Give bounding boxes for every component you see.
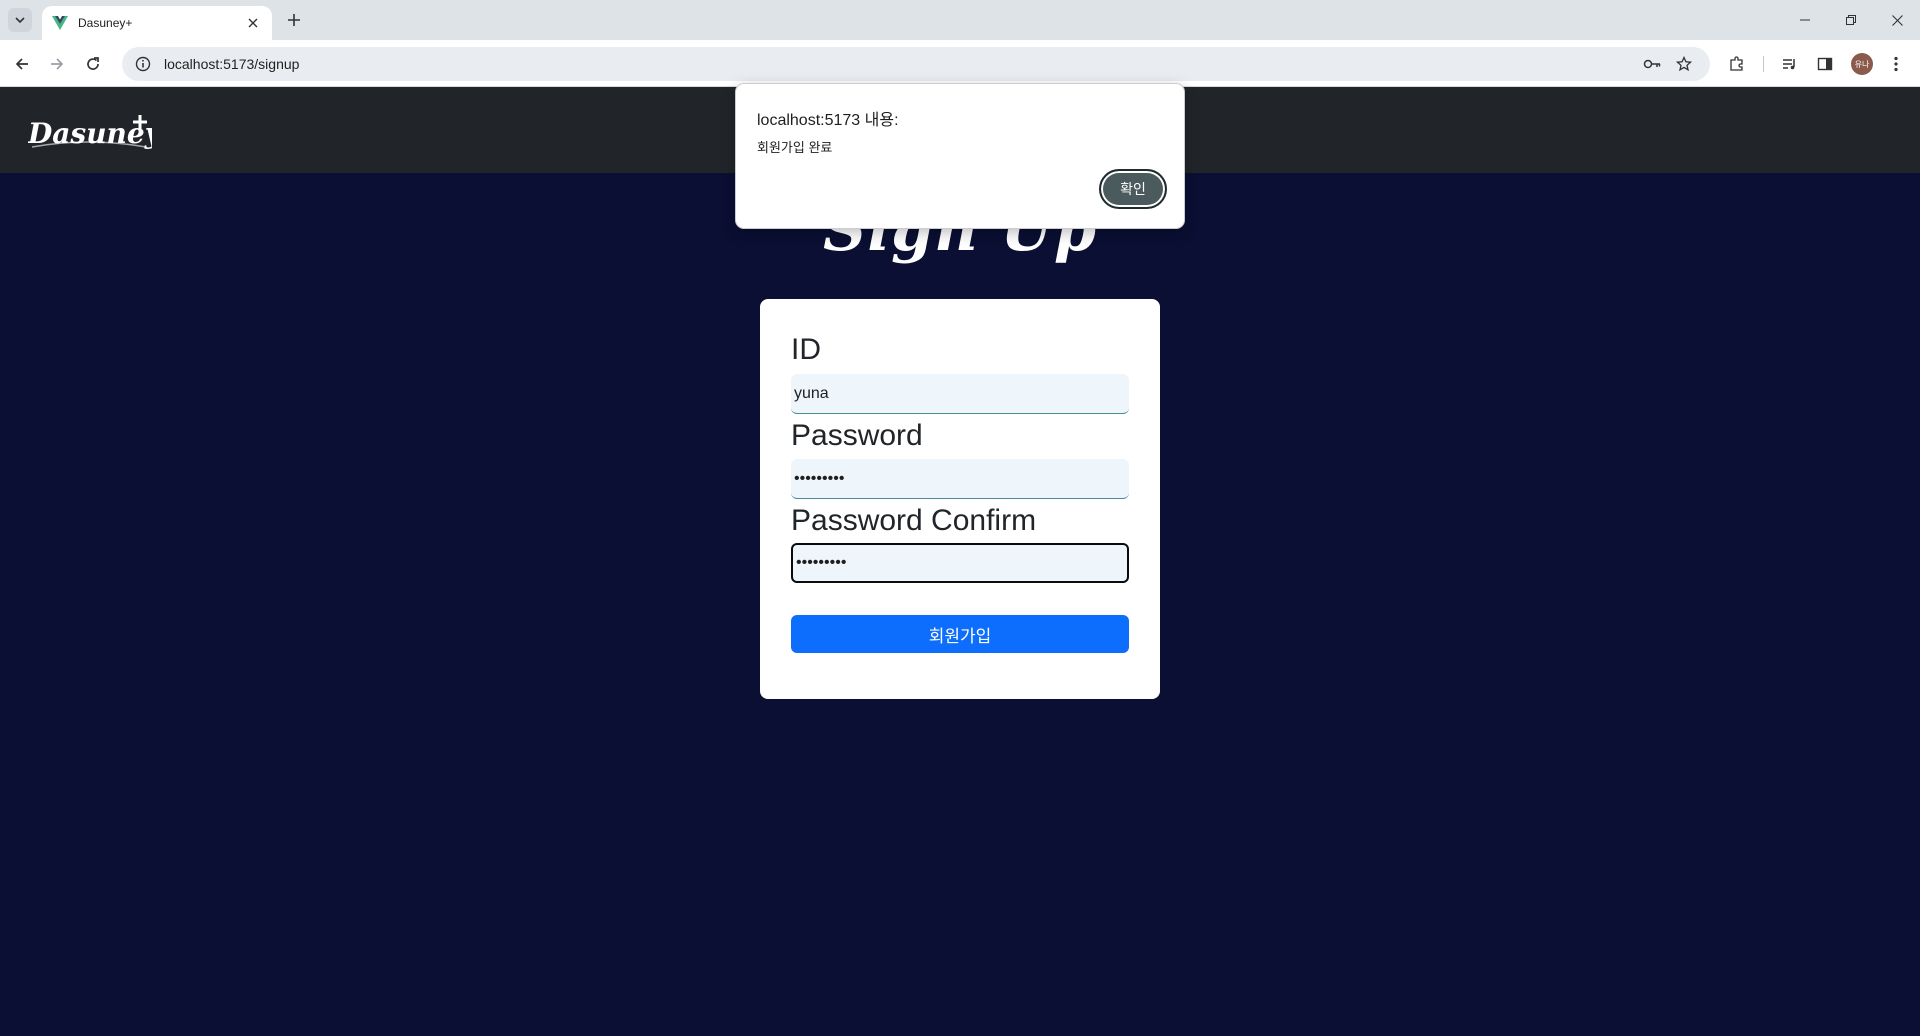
id-label: ID	[791, 333, 821, 366]
password-label: Password	[791, 419, 923, 452]
close-icon	[1891, 14, 1903, 26]
arrow-right-icon	[51, 58, 64, 70]
id-input[interactable]: yuna	[791, 374, 1129, 414]
password-confirm-label: Password Confirm	[791, 504, 1037, 537]
minimize-button[interactable]	[1782, 0, 1828, 40]
profile-button[interactable]: 유나	[1848, 50, 1876, 78]
browser-toolbar: localhost:5173/signup 유나	[0, 40, 1920, 87]
reload-icon	[87, 57, 99, 70]
avatar: 유나	[1851, 53, 1873, 75]
side-panel-icon	[1817, 57, 1833, 71]
password-confirm-input[interactable]: •••••••••	[791, 543, 1129, 583]
tab-title: Dasuney+	[78, 16, 133, 30]
toolbar-divider	[1763, 56, 1764, 72]
dasuney-logo-icon: Dasuney	[27, 115, 163, 150]
media-control-button[interactable]	[1776, 50, 1804, 78]
site-logo[interactable]: Dasuney	[27, 111, 163, 160]
menu-button[interactable]	[1882, 50, 1910, 78]
tab-search-button[interactable]	[8, 8, 32, 32]
star-icon[interactable]	[1670, 50, 1698, 78]
browser-tab[interactable]: Dasuney+	[42, 6, 272, 40]
info-icon[interactable]	[134, 55, 152, 73]
minimize-icon	[1800, 19, 1810, 21]
address-bar[interactable]: localhost:5173/signup	[122, 47, 1710, 81]
vue-logo-icon	[52, 15, 68, 31]
playlist-icon	[1783, 59, 1795, 70]
back-button[interactable]	[8, 50, 36, 78]
dialog-origin: localhost:5173 내용:	[757, 112, 899, 129]
signup-button[interactable]: 회원가입	[791, 615, 1129, 653]
side-panel-button[interactable]	[1811, 50, 1839, 78]
password-input[interactable]: •••••••••	[791, 459, 1129, 499]
key-icon[interactable]	[1638, 50, 1666, 78]
reload-button[interactable]	[79, 50, 107, 78]
browser-tab-bar: Dasuney+	[0, 0, 1920, 40]
ok-button[interactable]: 확인	[1099, 169, 1167, 209]
signup-form: ID yuna Password ••••••••• Password Conf…	[760, 299, 1160, 699]
restore-button[interactable]	[1828, 0, 1874, 40]
plus-icon	[288, 14, 300, 26]
more-vert-icon	[1894, 56, 1898, 72]
forward-button[interactable]	[43, 50, 71, 78]
new-tab-button[interactable]	[282, 8, 306, 32]
close-icon[interactable]	[244, 14, 262, 32]
close-window-button[interactable]	[1874, 0, 1920, 40]
url-text[interactable]: localhost:5173/signup	[164, 56, 1634, 72]
chevron-down-icon	[15, 17, 25, 24]
dialog-message: 회원가입 완료	[757, 140, 833, 155]
puzzle-icon	[1730, 56, 1743, 71]
restore-icon	[1846, 15, 1856, 25]
extensions-button[interactable]	[1723, 50, 1751, 78]
window-controls	[1782, 0, 1920, 40]
alert-dialog: localhost:5173 내용: 회원가입 완료 확인	[735, 83, 1185, 229]
arrow-left-icon	[15, 58, 28, 70]
